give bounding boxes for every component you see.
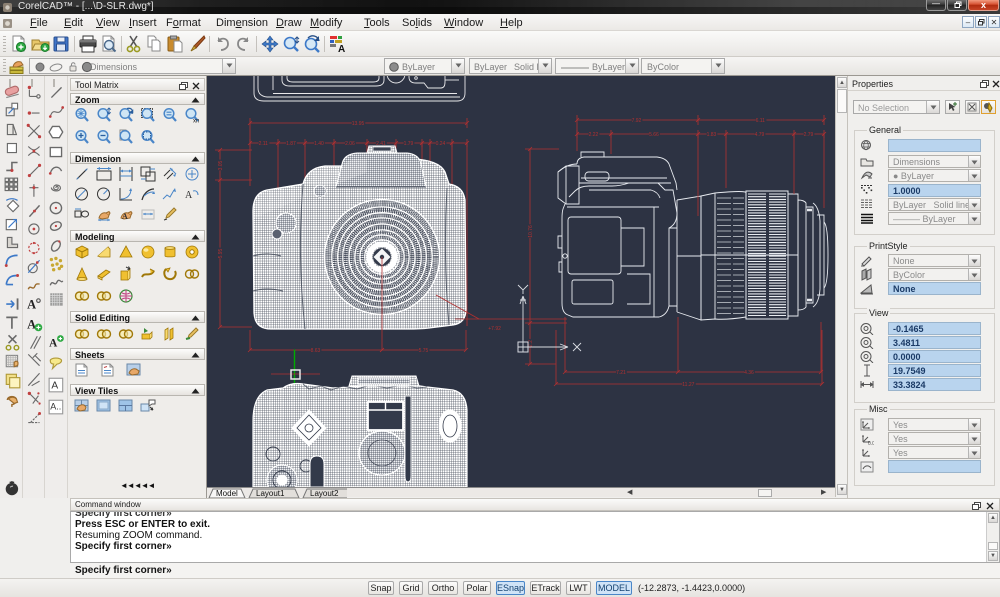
svg-text:5.75: 5.75 [419, 348, 429, 354]
svg-text:7.92: 7.92 [632, 118, 642, 124]
svg-text:0,0: 0,0 [868, 441, 874, 445]
svg-text:A: A [51, 380, 58, 391]
svg-text:13.95: 13.95 [352, 121, 365, 127]
svg-text:Layout1: Layout1 [256, 489, 285, 498]
svg-text:7.21: 7.21 [616, 370, 626, 376]
svg-text:1.83: 1.83 [707, 132, 717, 138]
svg-text:2.22: 2.22 [589, 132, 599, 138]
svg-text:Layout2: Layout2 [310, 489, 339, 498]
svg-text:xn: xn [193, 119, 199, 124]
svg-text:5.66: 5.66 [649, 132, 659, 138]
svg-text:8.63: 8.63 [311, 348, 321, 354]
svg-text:A: A [338, 44, 345, 53]
svg-text:10.76: 10.76 [528, 225, 534, 238]
svg-text:5.95: 5.95 [218, 248, 224, 258]
svg-text:6.11: 6.11 [756, 118, 766, 124]
svg-text:2.79: 2.79 [804, 132, 814, 138]
svg-text:A..: A.. [50, 401, 61, 411]
svg-text:4.79: 4.79 [755, 132, 765, 138]
svg-text:4.36: 4.36 [744, 370, 754, 376]
svg-text:A: A [27, 318, 36, 332]
svg-text:1.79: 1.79 [404, 141, 414, 147]
svg-text:2.2: 2.2 [528, 340, 534, 347]
svg-text:2.11: 2.11 [259, 141, 269, 147]
svg-text:A: A [27, 298, 36, 312]
svg-text:1.87: 1.87 [286, 141, 296, 147]
svg-text:+7.92: +7.92 [488, 326, 501, 332]
svg-text:11.27: 11.27 [682, 382, 694, 388]
svg-text:A: A [122, 212, 128, 221]
svg-text:2.06: 2.06 [345, 141, 355, 147]
svg-text:A: A [185, 190, 193, 201]
svg-text:Model: Model [216, 489, 238, 498]
svg-text:0.24: 0.24 [436, 141, 446, 147]
svg-text:3.05: 3.05 [218, 160, 224, 170]
svg-text:1.40: 1.40 [314, 141, 324, 147]
svg-text:A: A [49, 337, 58, 349]
